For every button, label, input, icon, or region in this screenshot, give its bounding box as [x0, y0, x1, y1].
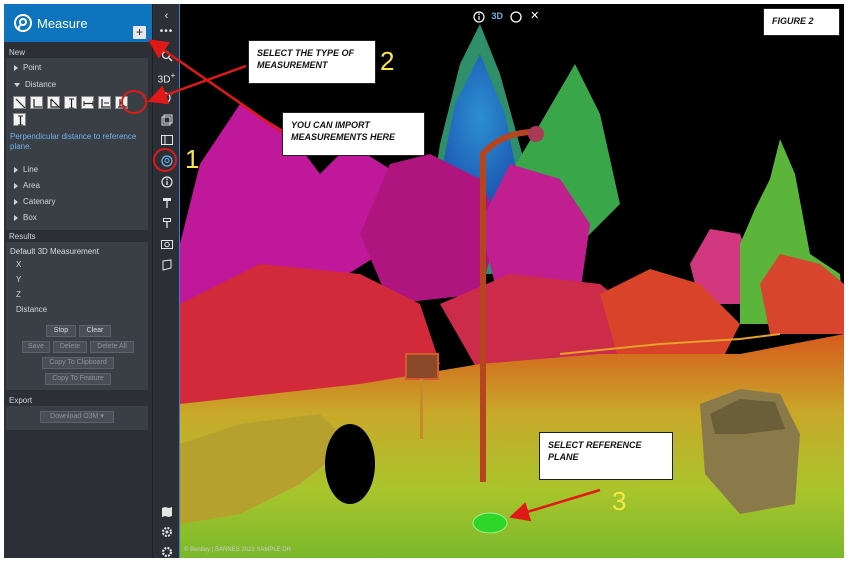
- distance-tool-vertical[interactable]: [64, 96, 77, 109]
- category-box[interactable]: Box: [14, 213, 37, 222]
- stop-button[interactable]: Stop: [46, 325, 76, 337]
- mode-3d-toggle[interactable]: 3D: [492, 11, 504, 21]
- step-number-3: 3: [612, 486, 627, 516]
- chevron-down-icon: ▾: [100, 413, 104, 420]
- chevron-left-icon[interactable]: ‹: [153, 10, 180, 22]
- plane-measure-icon: [101, 99, 110, 108]
- category-catenary[interactable]: Catenary: [14, 197, 55, 206]
- category-label: Line: [23, 165, 39, 174]
- expand-icon: [14, 64, 18, 71]
- download-label: Download O3M: [50, 413, 99, 420]
- result-field-x: X: [16, 260, 22, 269]
- category-label: Catenary: [23, 197, 56, 206]
- corner-icon: [33, 99, 42, 108]
- results-section-label: Results: [9, 232, 36, 241]
- copy-to-feature-button[interactable]: Copy To Feature: [45, 373, 111, 385]
- light-head: [528, 126, 544, 142]
- shape-icon[interactable]: [153, 259, 180, 271]
- distance-tool-triangle[interactable]: [47, 96, 60, 109]
- category-label: Distance: [25, 80, 57, 89]
- category-label: Point: [23, 63, 42, 72]
- viewer-top-controls: 3D ✕: [473, 9, 539, 23]
- clear-button[interactable]: Clear: [79, 325, 111, 337]
- sphere-add-icon[interactable]: +: [153, 90, 180, 104]
- 3d-label: 3D: [157, 74, 171, 86]
- more-icon[interactable]: •••: [153, 26, 180, 37]
- road-sign: [405, 353, 439, 380]
- save-button[interactable]: Save: [22, 341, 50, 353]
- result-field-distance: Distance: [16, 305, 48, 314]
- distance-hint: Perpendicular distance to reference plan…: [10, 132, 137, 151]
- result-field-y: Y: [16, 275, 22, 284]
- reference-plane-marker[interactable]: [472, 512, 508, 534]
- close-icon[interactable]: ✕: [530, 10, 539, 22]
- map-icon[interactable]: [153, 506, 180, 518]
- expand-icon: [14, 182, 18, 189]
- expand-icon: [14, 198, 18, 205]
- diagonal-line-icon: [15, 98, 26, 109]
- light-pole: [480, 152, 486, 482]
- highlight-circle-tool: [121, 90, 147, 114]
- info-icon[interactable]: [473, 11, 485, 23]
- category-area[interactable]: Area: [14, 181, 40, 190]
- distance-tool-point-to-point[interactable]: [13, 96, 26, 109]
- layers-icon[interactable]: [153, 114, 180, 126]
- delete-all-button[interactable]: Delete All: [90, 341, 134, 353]
- camera-icon[interactable]: [153, 238, 180, 249]
- callout-import: YOU CAN IMPORT MEASUREMENTS HERE: [282, 112, 425, 156]
- step-number-1: 1: [185, 144, 200, 174]
- category-line[interactable]: Line: [14, 165, 38, 174]
- ground-hole: [325, 424, 375, 504]
- measure-panel: Measure + New Point Distance Perpendicul…: [4, 4, 152, 558]
- settings-icon[interactable]: [153, 526, 180, 538]
- info-icon[interactable]: [153, 176, 180, 188]
- step-number-2: 2: [380, 46, 395, 76]
- download-o3m-dropdown[interactable]: Download O3M ▾: [40, 411, 114, 423]
- distance-tool-horizontal-vertical[interactable]: [30, 96, 43, 109]
- distance-tool-plane[interactable]: [98, 96, 111, 109]
- point-cloud-viewer[interactable]: 3D ✕ © Bentley | BARNES 2023 SAMPLE DR: [180, 4, 844, 558]
- panel-icon[interactable]: [153, 135, 180, 145]
- sign-post: [420, 379, 423, 439]
- gear-icon[interactable]: [153, 546, 180, 558]
- expand-icon: [14, 166, 18, 173]
- pin-icon[interactable]: [153, 197, 180, 209]
- search-icon[interactable]: [153, 50, 180, 62]
- callout-reference-plane: SELECT REFERENCE PLANE: [539, 432, 673, 480]
- collapse-icon: [14, 82, 20, 87]
- category-label: Box: [23, 213, 37, 222]
- figure-label: FIGURE 2: [763, 8, 840, 36]
- distance-tool-horizontal[interactable]: [81, 96, 94, 109]
- category-distance[interactable]: Distance: [14, 80, 56, 89]
- result-field-z: Z: [16, 290, 21, 299]
- point-cloud-scene: [180, 4, 844, 558]
- callout-select-type: SELECT THE TYPE OF MEASUREMENT: [248, 40, 376, 84]
- horizontal-measure-icon: [83, 101, 94, 106]
- delete-button[interactable]: Delete: [53, 341, 87, 353]
- circle-icon[interactable]: [509, 10, 522, 23]
- vertical-bar-icon: [18, 115, 23, 126]
- expand-icon: [14, 214, 18, 221]
- highlight-circle-measure: [153, 148, 177, 172]
- export-section-label: Export: [9, 396, 33, 405]
- category-label: Area: [23, 181, 40, 190]
- result-title: Default 3D Measurement: [10, 247, 99, 256]
- distance-tool-vertical-plane[interactable]: [13, 113, 26, 126]
- panel-title: Measure: [37, 16, 88, 31]
- 3d-add-icon[interactable]: 3D+: [153, 70, 180, 85]
- pin-outline-icon[interactable]: [153, 217, 180, 229]
- triangle-icon: [50, 98, 60, 108]
- tool-rail: ‹ ••• 3D+ +: [152, 4, 180, 558]
- copy-to-clipboard-button[interactable]: Copy To Clipboard: [42, 357, 114, 369]
- copyright-text: © Bentley | BARNES 2023 SAMPLE DR: [184, 547, 292, 553]
- add-measurement-button[interactable]: +: [133, 26, 146, 39]
- new-section-label: New: [9, 48, 26, 57]
- svg-text:+: +: [169, 91, 173, 98]
- category-point[interactable]: Point: [14, 63, 41, 72]
- vertical-measure-icon: [69, 98, 74, 109]
- app-window: Measure + New Point Distance Perpendicul…: [4, 4, 844, 558]
- panel-header: Measure +: [4, 4, 152, 42]
- measure-logo-icon: [14, 14, 32, 32]
